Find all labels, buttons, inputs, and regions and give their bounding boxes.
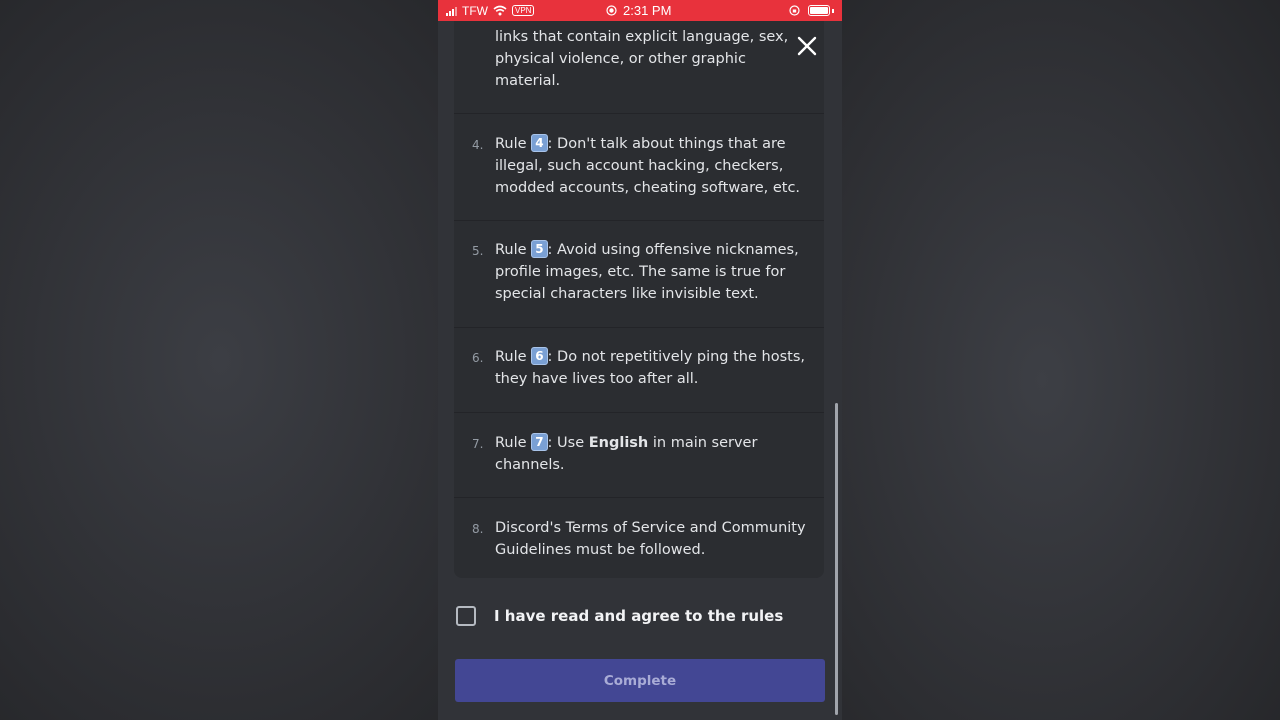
rule-number: 7. <box>472 437 484 451</box>
orientation-lock-icon <box>789 5 800 16</box>
blurred-backdrop-right <box>842 0 1280 720</box>
rule-text: links that contain explicit language, se… <box>495 29 789 89</box>
carrier-name: TFW <box>462 3 488 18</box>
battery-icon <box>808 5 830 16</box>
rule-number: 6. <box>472 351 484 365</box>
rule-item-8: 8. Discord's Terms of Service and Commun… <box>454 497 824 578</box>
rule-text: Rule 4: Don't talk about things that are… <box>495 134 801 196</box>
rule-item-5: 5. Rule 5: Avoid using offensive nicknam… <box>454 220 824 328</box>
status-bar-center: 2:31 PM <box>606 3 671 18</box>
phone-screen: links that contain explicit language, se… <box>438 0 842 720</box>
rule-text: Rule 6: Do not repetitively ping the hos… <box>495 347 805 387</box>
complete-button[interactable]: Complete <box>455 659 825 702</box>
keycap-7-emoji: 7 <box>531 433 548 451</box>
wifi-icon <box>493 5 507 16</box>
battery-tip <box>832 8 834 13</box>
rules-list: links that contain explicit language, se… <box>454 0 824 578</box>
rule-item-7: 7. Rule 7: Use English in main server ch… <box>454 412 824 498</box>
rule-text: Discord's Terms of Service and Community… <box>495 520 806 558</box>
status-time: 2:31 PM <box>623 3 672 18</box>
rule-number: 8. <box>472 522 484 536</box>
screen-recording-icon <box>606 5 617 16</box>
keycap-4-emoji: 4 <box>531 134 548 152</box>
vpn-badge: VPN <box>512 5 535 16</box>
close-button[interactable] <box>794 33 820 59</box>
keycap-6-emoji: 6 <box>531 347 548 365</box>
rule-number: 4. <box>472 138 484 152</box>
status-bar-left: TFW VPN <box>446 3 535 18</box>
rule-number: 5. <box>472 244 484 258</box>
close-icon <box>797 36 817 56</box>
agree-rules-label[interactable]: I have read and agree to the rules <box>494 607 783 625</box>
rule-item-4: 4. Rule 4: Don't talk about things that … <box>454 113 824 221</box>
rule-item-6: 6. Rule 6: Do not repetitively ping the … <box>454 327 824 413</box>
keycap-5-emoji: 5 <box>531 240 548 258</box>
rule-text: Rule 7: Use English in main server chann… <box>495 433 758 473</box>
status-bar-right <box>789 3 834 18</box>
rule-text: Rule 5: Avoid using offensive nicknames,… <box>495 240 799 302</box>
cell-signal-icon <box>446 6 457 16</box>
checkbox-icon[interactable] <box>456 606 476 626</box>
status-bar: TFW VPN 2:31 PM <box>438 0 842 21</box>
scrollbar[interactable] <box>835 403 838 715</box>
agree-rules-row[interactable]: I have read and agree to the rules <box>456 606 783 626</box>
